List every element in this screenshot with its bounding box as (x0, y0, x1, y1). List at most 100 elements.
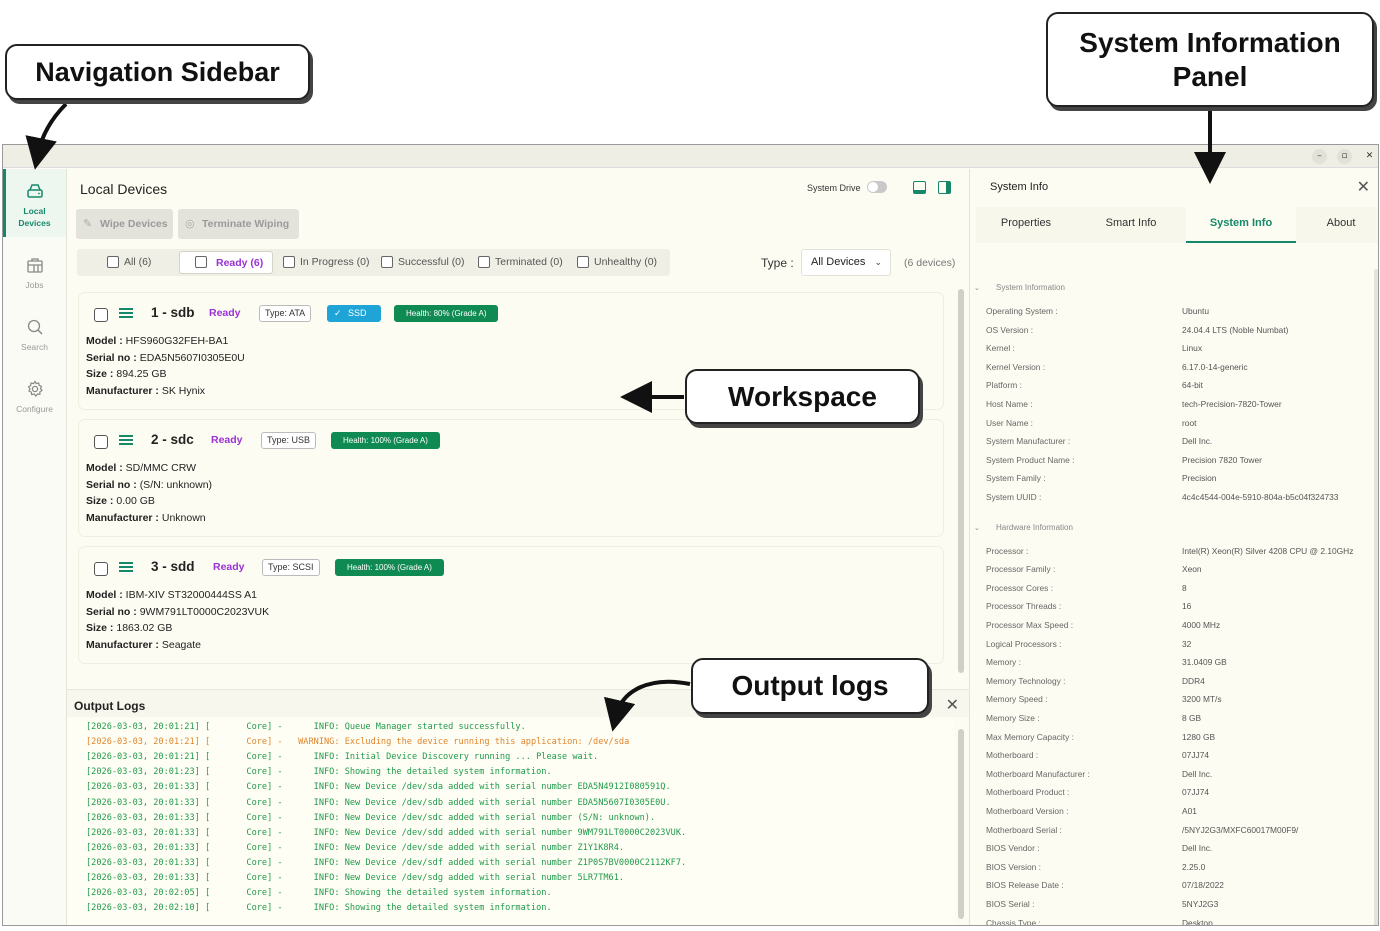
serial-field: Serial no : 9WM791LT0000C2023VUK (86, 606, 269, 618)
field-label: Model : (86, 589, 123, 601)
log-line: [2026-03-03, 20:02:05] [ Core] - INFO: S… (86, 888, 552, 899)
info-key: System Manufacturer : (986, 436, 1071, 447)
info-key: Motherboard Version : (986, 806, 1069, 816)
section-header[interactable]: ⌄ Hardware Information (974, 523, 1073, 532)
field-label: Size : (86, 622, 114, 634)
filter-unhealthy[interactable]: Unhealthy (0) (575, 251, 670, 274)
tab-smart-info[interactable]: Smart Info (1081, 207, 1181, 243)
info-value: 24.04.4 LTS (Noble Numbat) (1182, 324, 1289, 335)
log-line: [2026-03-03, 20:01:21] [ Core] - INFO: Q… (86, 722, 526, 732)
sidebar-item-jobs[interactable]: Jobs (3, 243, 66, 307)
sidebar-item-search[interactable]: Search (3, 305, 66, 369)
info-value: Dell Inc. (1182, 436, 1213, 447)
status-badge: Ready (211, 434, 243, 446)
tab-system-info[interactable]: System Info (1186, 207, 1296, 243)
section-header[interactable]: ⌄ System Information (974, 283, 1065, 292)
info-key: Memory Technology : (986, 675, 1066, 686)
manufacturer-field: Manufacturer : Unknown (86, 512, 206, 524)
field-label: Serial no : (86, 479, 137, 491)
field-value: IBM-XIV ST32000444SS A1 (125, 589, 257, 601)
checkbox[interactable] (107, 256, 119, 268)
device-card[interactable]: 2 - sdc Ready Type: USB Health: 100% (Gr… (79, 420, 943, 536)
log-line: [2026-03-03, 20:01:33] [ Core] - INFO: N… (86, 873, 625, 883)
info-value: 16 (1182, 601, 1192, 612)
output-logs-title: Output Logs (74, 699, 146, 713)
tab-properties[interactable]: Properties (976, 207, 1076, 243)
log-line: [2026-03-03, 20:01:33] [ Core] - INFO: N… (86, 782, 671, 793)
info-value: Dell Inc. (1182, 843, 1213, 854)
log-line: [2026-03-03, 20:01:33] [ Core] - INFO: N… (86, 812, 656, 823)
info-key: Host Name : (986, 399, 1033, 409)
chevron-down-icon: ⌄ (974, 524, 980, 532)
close-icon[interactable]: ✕ (946, 695, 959, 714)
section-title: System Information (996, 283, 1065, 292)
field-value: SK Hynix (161, 385, 206, 397)
list-icon[interactable] (119, 308, 133, 320)
filter-label: Ready (6) (216, 257, 264, 269)
layout-bottom-panel-icon[interactable] (913, 181, 926, 194)
checkbox[interactable] (283, 256, 295, 268)
panel-scrollbar[interactable] (1374, 269, 1378, 925)
maximize-button[interactable]: ▫ (1337, 149, 1352, 164)
info-key: Processor Family : (986, 564, 1056, 575)
sidebar-item-label: Local Devices (18, 206, 51, 228)
checkbox[interactable] (478, 256, 490, 268)
system-drive-label: System Drive (807, 183, 861, 193)
field-label: Serial no : (86, 606, 137, 618)
field-value: Unknown (161, 512, 206, 524)
sidebar-item-label: Search (21, 342, 48, 352)
type-select[interactable]: All Devices ⌄ (801, 249, 891, 276)
sidebar-item-configure[interactable]: Configure (3, 367, 66, 431)
panel-tabs: Properties Smart Info System Info About (976, 207, 1378, 243)
screenshot-root: Navigation Sidebar System Information Pa… (0, 0, 1380, 931)
checkbox[interactable] (381, 256, 393, 268)
close-icon[interactable]: ✕ (1357, 177, 1370, 196)
field-value: Seagate (161, 639, 201, 651)
panel-title: System Info (990, 181, 1049, 193)
list-icon[interactable] (119, 435, 133, 447)
filter-in-progress[interactable]: In Progress (0) (281, 251, 376, 274)
field-label: Model : (86, 335, 123, 347)
filter-all[interactable]: All (6) (105, 251, 165, 274)
health-badge: Health: 100% (Grade A) (331, 432, 440, 449)
logs-scrollbar[interactable] (958, 729, 964, 919)
device-checkbox[interactable] (94, 308, 108, 322)
info-key: Platform : (986, 380, 1022, 391)
field-value: 0.00 GB (116, 495, 155, 507)
wipe-devices-button[interactable]: ✎ Wipe Devices (76, 209, 173, 239)
info-key: Memory Speed : (986, 694, 1048, 705)
layout-right-panel-icon[interactable] (938, 181, 951, 194)
info-value: 8 (1182, 582, 1187, 593)
info-key: BIOS Release Date : (986, 880, 1064, 891)
tab-about[interactable]: About (1301, 207, 1378, 243)
list-icon[interactable] (119, 562, 133, 574)
serial-field: Serial no : (S/N: unknown) (86, 479, 212, 491)
close-window-button[interactable]: ✕ (1362, 149, 1377, 164)
device-list-scrollbar[interactable] (958, 289, 964, 673)
chevron-down-icon: ⌄ (974, 285, 980, 292)
minimize-button[interactable]: – (1312, 149, 1327, 164)
log-line: [2026-03-03, 20:01:33] [ Core] - INFO: N… (86, 842, 625, 853)
field-label: Size : (86, 495, 114, 507)
device-checkbox[interactable] (94, 562, 108, 576)
info-value: 1280 GB (1182, 731, 1216, 742)
filter-label: All (6) (124, 256, 152, 268)
checkbox[interactable] (577, 256, 589, 268)
stop-icon: ◎ (185, 218, 195, 230)
log-line: [2026-03-03, 20:02:10] [ Core] - INFO: S… (86, 903, 552, 914)
filter-successful[interactable]: Successful (0) (379, 251, 474, 274)
sidebar-item-local-devices[interactable]: Local Devices (3, 169, 66, 237)
terminate-wiping-button[interactable]: ◎ Terminate Wiping (178, 209, 299, 239)
field-value: EDA5N5607I0305E0U (139, 352, 245, 364)
filter-ready[interactable]: Ready (6) (179, 251, 273, 274)
info-key: BIOS Version : (986, 861, 1041, 872)
checkbox[interactable] (195, 256, 207, 268)
filter-terminated[interactable]: Terminated (0) (476, 251, 571, 274)
device-checkbox[interactable] (94, 435, 108, 449)
callout-workspace: Workspace (685, 369, 920, 424)
info-key: OS Version : (986, 324, 1034, 335)
field-label: Size : (86, 368, 114, 380)
info-key: Processor : (986, 545, 1029, 556)
system-drive-toggle[interactable] (867, 181, 887, 193)
device-card[interactable]: 3 - sdd Ready Type: SCSI Health: 100% (G… (79, 547, 943, 663)
